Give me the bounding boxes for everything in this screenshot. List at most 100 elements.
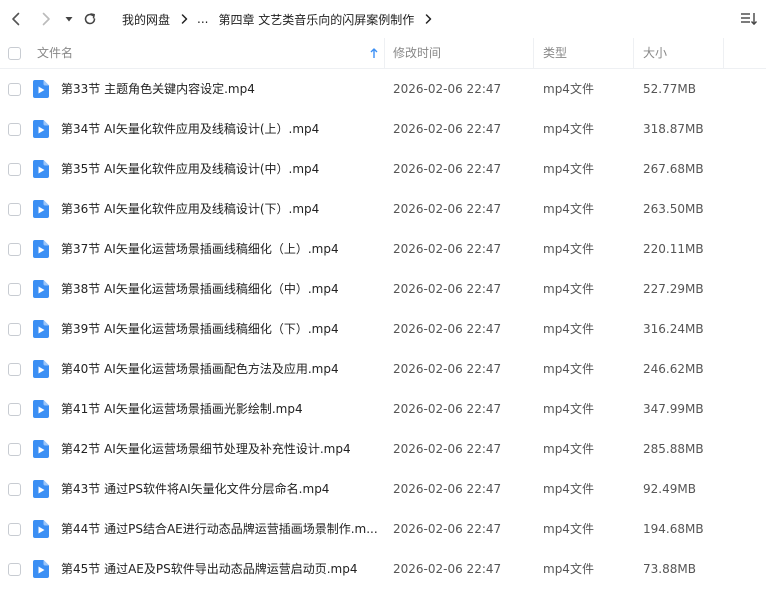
history-dropdown-button[interactable] bbox=[60, 9, 78, 29]
column-divider[interactable] bbox=[723, 38, 724, 68]
file-row[interactable]: 第42节 AI矢量化运营场景细节处理及补充性设计.mp4 2026-02-06 … bbox=[0, 429, 766, 469]
video-file-icon bbox=[33, 200, 49, 218]
file-size: 347.99MB bbox=[643, 402, 704, 416]
column-header-time[interactable]: 修改时间 bbox=[393, 38, 533, 68]
column-header-type-label: 类型 bbox=[543, 46, 568, 60]
video-file-icon bbox=[33, 80, 49, 98]
file-modified-time: 2026-02-06 22:47 bbox=[393, 202, 502, 216]
file-size: 263.50MB bbox=[643, 202, 704, 216]
file-row-checkbox[interactable] bbox=[8, 203, 21, 216]
file-row-checkbox[interactable] bbox=[8, 243, 21, 256]
video-file-icon bbox=[33, 120, 49, 138]
file-modified-time: 2026-02-06 22:47 bbox=[393, 282, 502, 296]
sort-ascending-arrow-icon[interactable] bbox=[370, 48, 378, 59]
file-size: 220.11MB bbox=[643, 242, 704, 256]
file-name: 第36节 AI矢量化软件应用及线稿设计(下）.mp4 bbox=[61, 202, 320, 216]
file-row-checkbox[interactable] bbox=[8, 563, 21, 576]
file-list-header: 文件名 修改时间 类型 大小 bbox=[0, 38, 766, 69]
file-name: 第40节 AI矢量化运营场景插画配色方法及应用.mp4 bbox=[61, 362, 339, 376]
file-row[interactable]: 第45节 通过AE及PS软件导出动态品牌运营启动页.mp4 2026-02-06… bbox=[0, 549, 766, 589]
column-header-size[interactable]: 大小 bbox=[643, 38, 723, 68]
sort-options-button[interactable] bbox=[740, 10, 758, 28]
file-modified-time: 2026-02-06 22:47 bbox=[393, 522, 502, 536]
select-all-checkbox[interactable] bbox=[8, 47, 21, 60]
file-row-checkbox[interactable] bbox=[8, 123, 21, 136]
video-file-icon bbox=[33, 480, 49, 498]
file-name: 第34节 AI矢量化软件应用及线稿设计(上）.mp4 bbox=[61, 122, 320, 136]
file-row[interactable]: 第43节 通过PS软件将AI矢量化文件分层命名.mp4 2026-02-06 2… bbox=[0, 469, 766, 509]
file-type: mp4文件 bbox=[543, 122, 594, 136]
column-divider[interactable] bbox=[533, 38, 534, 68]
file-row[interactable]: 第33节 主题角色关键内容设定.mp4 2026-02-06 22:47 mp4… bbox=[0, 69, 766, 109]
file-size: 194.68MB bbox=[643, 522, 704, 536]
file-modified-time: 2026-02-06 22:47 bbox=[393, 162, 502, 176]
file-row-checkbox[interactable] bbox=[8, 83, 21, 96]
file-row[interactable]: 第38节 AI矢量化运营场景插画线稿细化（中）.mp4 2026-02-06 2… bbox=[0, 269, 766, 309]
file-modified-time: 2026-02-06 22:47 bbox=[393, 82, 502, 96]
file-type: mp4文件 bbox=[543, 322, 594, 336]
file-row[interactable]: 第37节 AI矢量化运营场景插画线稿细化（上）.mp4 2026-02-06 2… bbox=[0, 229, 766, 269]
column-header-name[interactable]: 文件名 bbox=[37, 38, 377, 68]
file-row-checkbox[interactable] bbox=[8, 443, 21, 456]
file-type: mp4文件 bbox=[543, 162, 594, 176]
column-divider[interactable] bbox=[633, 38, 634, 68]
chevron-right-icon[interactable] bbox=[425, 14, 432, 24]
file-row-checkbox[interactable] bbox=[8, 323, 21, 336]
file-size: 318.87MB bbox=[643, 122, 704, 136]
file-row[interactable]: 第40节 AI矢量化运营场景插画配色方法及应用.mp4 2026-02-06 2… bbox=[0, 349, 766, 389]
file-row-checkbox[interactable] bbox=[8, 363, 21, 376]
file-row[interactable]: 第41节 AI矢量化运营场景插画光影绘制.mp4 2026-02-06 22:4… bbox=[0, 389, 766, 429]
file-row-checkbox[interactable] bbox=[8, 283, 21, 296]
chevron-right-icon bbox=[181, 14, 188, 24]
refresh-icon bbox=[84, 13, 96, 25]
video-file-icon bbox=[33, 320, 49, 338]
file-name: 第41节 AI矢量化运营场景插画光影绘制.mp4 bbox=[61, 402, 303, 416]
file-modified-time: 2026-02-06 22:47 bbox=[393, 562, 502, 576]
file-name: 第42节 AI矢量化运营场景细节处理及补充性设计.mp4 bbox=[61, 442, 351, 456]
video-file-icon bbox=[33, 360, 49, 378]
column-header-size-label: 大小 bbox=[643, 46, 668, 60]
file-row[interactable]: 第35节 AI矢量化软件应用及线稿设计(中）.mp4 2026-02-06 22… bbox=[0, 149, 766, 189]
back-button[interactable] bbox=[6, 9, 26, 29]
file-name: 第43节 通过PS软件将AI矢量化文件分层命名.mp4 bbox=[61, 482, 330, 496]
column-divider[interactable] bbox=[384, 38, 385, 68]
file-modified-time: 2026-02-06 22:47 bbox=[393, 242, 502, 256]
file-type: mp4文件 bbox=[543, 402, 594, 416]
file-row[interactable]: 第34节 AI矢量化软件应用及线稿设计(上）.mp4 2026-02-06 22… bbox=[0, 109, 766, 149]
file-size: 246.62MB bbox=[643, 362, 704, 376]
file-row-checkbox[interactable] bbox=[8, 523, 21, 536]
file-type: mp4文件 bbox=[543, 242, 594, 256]
file-modified-time: 2026-02-06 22:47 bbox=[393, 322, 502, 336]
file-modified-time: 2026-02-06 22:47 bbox=[393, 402, 502, 416]
file-type: mp4文件 bbox=[543, 442, 594, 456]
file-name: 第33节 主题角色关键内容设定.mp4 bbox=[61, 82, 255, 96]
video-file-icon bbox=[33, 240, 49, 258]
file-modified-time: 2026-02-06 22:47 bbox=[393, 362, 502, 376]
file-size: 92.49MB bbox=[643, 482, 696, 496]
file-name: 第38节 AI矢量化运营场景插画线稿细化（中）.mp4 bbox=[61, 282, 339, 296]
file-row-checkbox[interactable] bbox=[8, 483, 21, 496]
forward-button[interactable] bbox=[36, 9, 56, 29]
file-row[interactable]: 第39节 AI矢量化运营场景插画线稿细化（下）.mp4 2026-02-06 2… bbox=[0, 309, 766, 349]
column-header-time-label: 修改时间 bbox=[393, 46, 442, 60]
dropdown-triangle-icon bbox=[65, 17, 73, 22]
file-name: 第45节 通过AE及PS软件导出动态品牌运营启动页.mp4 bbox=[61, 562, 358, 576]
breadcrumb-root[interactable]: 我的网盘 bbox=[122, 11, 170, 28]
refresh-button[interactable] bbox=[80, 9, 100, 29]
file-row-checkbox[interactable] bbox=[8, 403, 21, 416]
video-file-icon bbox=[33, 280, 49, 298]
video-file-icon bbox=[33, 440, 49, 458]
video-file-icon bbox=[33, 560, 49, 578]
file-row[interactable]: 第44节 通过PS结合AE进行动态品牌运营插画场景制作.m... 2026-02… bbox=[0, 509, 766, 549]
file-type: mp4文件 bbox=[543, 522, 594, 536]
file-row[interactable]: 第36节 AI矢量化软件应用及线稿设计(下）.mp4 2026-02-06 22… bbox=[0, 189, 766, 229]
chevron-right-icon bbox=[42, 12, 50, 26]
file-row-checkbox[interactable] bbox=[8, 163, 21, 176]
breadcrumb-ellipsis[interactable]: ... bbox=[197, 12, 208, 26]
breadcrumb-current[interactable]: 第四章 文艺类音乐向的闪屏案例制作 bbox=[218, 11, 414, 28]
column-header-type[interactable]: 类型 bbox=[543, 38, 633, 68]
file-modified-time: 2026-02-06 22:47 bbox=[393, 122, 502, 136]
toolbar: 我的网盘 ... 第四章 文艺类音乐向的闪屏案例制作 bbox=[0, 0, 766, 38]
file-modified-time: 2026-02-06 22:47 bbox=[393, 482, 502, 496]
file-name: 第44节 通过PS结合AE进行动态品牌运营插画场景制作.m... bbox=[61, 522, 377, 536]
